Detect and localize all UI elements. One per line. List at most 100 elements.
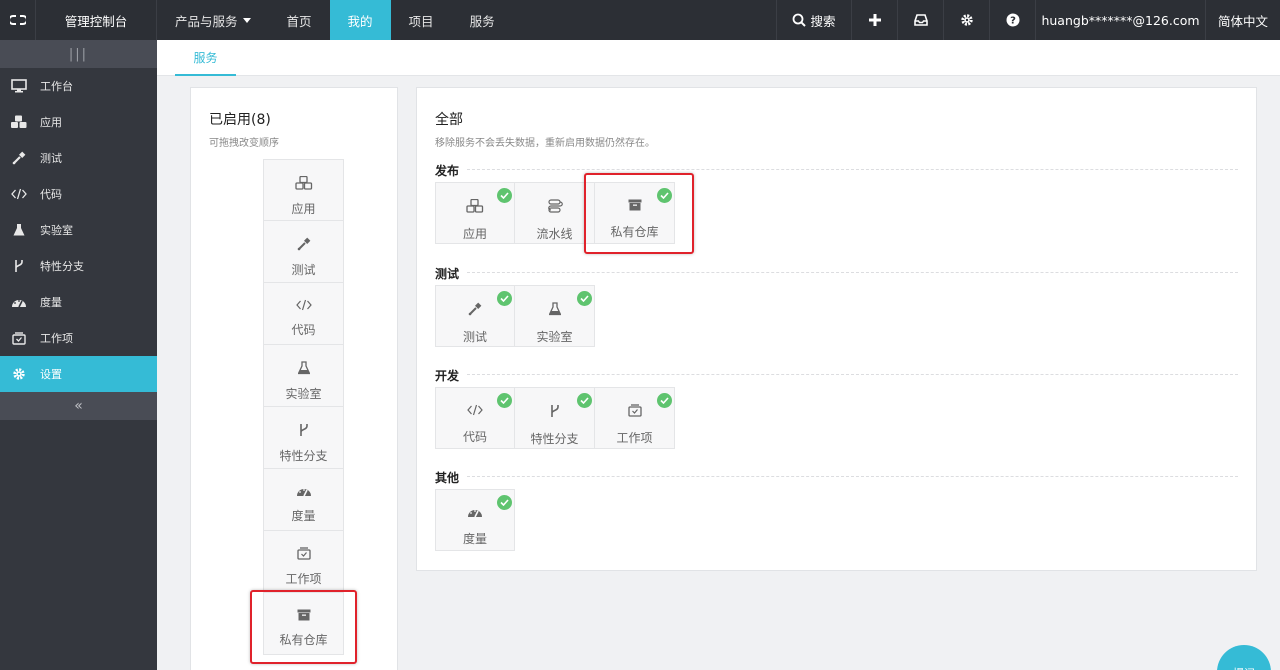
check-icon: [497, 393, 512, 408]
help-button[interactable]: ?: [989, 0, 1035, 40]
sidebar-item-settings[interactable]: 设置: [0, 356, 157, 392]
sidebar-item-lab[interactable]: 实验室: [0, 212, 157, 248]
main-content: 服务 已启用(8) 可拖拽改变顺序 应用 测试 代码 实验室 特性分支 度量 工…: [157, 40, 1280, 670]
enabled-item-code[interactable]: 代码: [263, 283, 344, 345]
sidebar-item-test[interactable]: 测试: [0, 140, 157, 176]
search-button[interactable]: 搜索: [776, 0, 851, 40]
group-divider: [467, 169, 1238, 170]
link-logo-icon[interactable]: [0, 0, 36, 40]
enabled-item-label: 代码: [291, 323, 316, 337]
sidebar-item-label: 代码: [40, 188, 62, 201]
enabled-item-private-repo[interactable]: 私有仓库: [263, 593, 344, 655]
enabled-item-lab[interactable]: 实验室: [263, 345, 344, 407]
service-card-label: 流水线: [536, 227, 573, 241]
settings-button[interactable]: [943, 0, 989, 40]
nav-projects[interactable]: 项目: [391, 0, 452, 40]
enabled-item-test[interactable]: 测试: [263, 221, 344, 283]
enabled-item-label: 测试: [291, 263, 316, 277]
nav-services[interactable]: 服务: [452, 0, 513, 40]
all-subtitle: 移除服务不会丢失数据，重新启用数据仍然存在。: [435, 138, 655, 149]
inbox-icon: [913, 14, 928, 26]
gear-icon: [10, 365, 28, 383]
sidebar-item-apps[interactable]: 应用: [0, 104, 157, 140]
service-card-work-items[interactable]: 工作项: [595, 387, 675, 449]
code-icon: [10, 185, 28, 203]
service-card-label: 测试: [462, 330, 487, 344]
sidebar-collapse-button[interactable]: «: [0, 392, 157, 420]
inbox-check-icon: [10, 329, 28, 347]
enabled-item-label: 私有仓库: [279, 633, 328, 647]
service-card-label: 度量: [462, 532, 487, 546]
service-card-pipeline[interactable]: 流水线: [515, 182, 595, 244]
group-test-cards: 测试 实验室: [435, 285, 595, 347]
sidebar: ||| 工作台 应用 测试 代码 实验室 特性分支 度量 工作项 设置 «: [0, 40, 157, 670]
svg-text:?: ?: [1010, 16, 1016, 27]
nav-products[interactable]: 产品与服务: [157, 0, 269, 40]
inbox-button[interactable]: [897, 0, 943, 40]
sidebar-item-metrics[interactable]: 度量: [0, 284, 157, 320]
nav-home[interactable]: 首页: [269, 0, 330, 40]
check-icon: [657, 188, 672, 203]
sidebar-item-workbench[interactable]: 工作台: [0, 68, 157, 104]
service-card-label: 私有仓库: [610, 225, 659, 239]
enabled-item-metrics[interactable]: 度量: [263, 469, 344, 531]
service-card-private-repo[interactable]: 私有仓库: [595, 182, 675, 244]
cubes-icon: [294, 176, 312, 190]
enabled-item-label: 特性分支: [279, 449, 328, 463]
enabled-item-work-items[interactable]: 工作项: [263, 531, 344, 593]
language-switch[interactable]: 简体中文: [1205, 0, 1280, 40]
sidebar-item-label: 工作台: [40, 80, 73, 93]
group-develop-cards: 代码 特性分支 工作项: [435, 387, 675, 449]
enabled-item-label: 应用: [291, 202, 316, 216]
service-card-code[interactable]: 代码: [435, 387, 515, 449]
service-card-apps[interactable]: 应用: [435, 182, 515, 244]
sidebar-item-code[interactable]: 代码: [0, 176, 157, 212]
service-card-metrics[interactable]: 度量: [435, 489, 515, 551]
check-icon: [577, 393, 592, 408]
service-card-label: 应用: [462, 227, 487, 241]
add-button[interactable]: [851, 0, 897, 40]
top-right-tools: 搜索 ? huangb*******@126.com 简体中文: [776, 0, 1280, 40]
service-card-label: 特性分支: [530, 432, 579, 446]
sidebar-item-label: 设置: [40, 368, 62, 381]
service-card-lab[interactable]: 实验室: [515, 285, 595, 347]
monitor-icon: [10, 77, 28, 95]
enabled-services-panel: 已启用(8) 可拖拽改变顺序 应用 测试 代码 实验室 特性分支 度量 工作项 …: [190, 87, 398, 670]
console-link[interactable]: 管理控制台: [36, 0, 157, 40]
archive-icon: [297, 609, 310, 621]
user-account[interactable]: huangb*******@126.com: [1035, 0, 1205, 40]
sidebar-item-label: 度量: [40, 296, 62, 309]
flask-icon: [297, 361, 310, 375]
service-card-label: 实验室: [536, 330, 573, 344]
enabled-item-label: 实验室: [285, 387, 322, 401]
service-card-feature-branch[interactable]: 特性分支: [515, 387, 595, 449]
cubes-icon: [466, 199, 484, 213]
nav-mine[interactable]: 我的: [329, 0, 391, 40]
branch-icon: [299, 424, 308, 436]
top-bar: 管理控制台 产品与服务 首页 我的 项目 服务 搜索 ? huangb*****…: [0, 0, 1280, 40]
enabled-title: 已启用(8): [209, 112, 271, 128]
check-icon: [497, 291, 512, 306]
group-title-develop: 开发: [435, 369, 460, 383]
caret-down-icon: [242, 17, 251, 23]
search-icon: [793, 13, 807, 27]
enabled-item-apps[interactable]: 应用: [263, 159, 344, 221]
check-icon: [497, 495, 512, 510]
sidebar-handle[interactable]: |||: [0, 40, 157, 68]
gauge-icon: [296, 489, 311, 497]
enabled-item-feature-branch[interactable]: 特性分支: [263, 407, 344, 469]
dropper-icon: [10, 149, 28, 167]
sidebar-item-label: 实验室: [40, 224, 73, 237]
sidebar-item-label: 工作项: [40, 332, 73, 345]
archive-icon: [628, 199, 641, 211]
sidebar-item-feature-branch[interactable]: 特性分支: [0, 248, 157, 284]
service-card-test[interactable]: 测试: [435, 285, 515, 347]
search-label: 搜索: [810, 13, 836, 29]
sidebar-item-work-items[interactable]: 工作项: [0, 320, 157, 356]
inbox-check-icon: [627, 404, 642, 417]
tab-services[interactable]: 服务: [175, 40, 236, 76]
all-title: 全部: [435, 112, 463, 128]
code-icon: [467, 404, 483, 416]
gauge-icon: [10, 293, 28, 311]
branch-icon: [550, 405, 559, 417]
